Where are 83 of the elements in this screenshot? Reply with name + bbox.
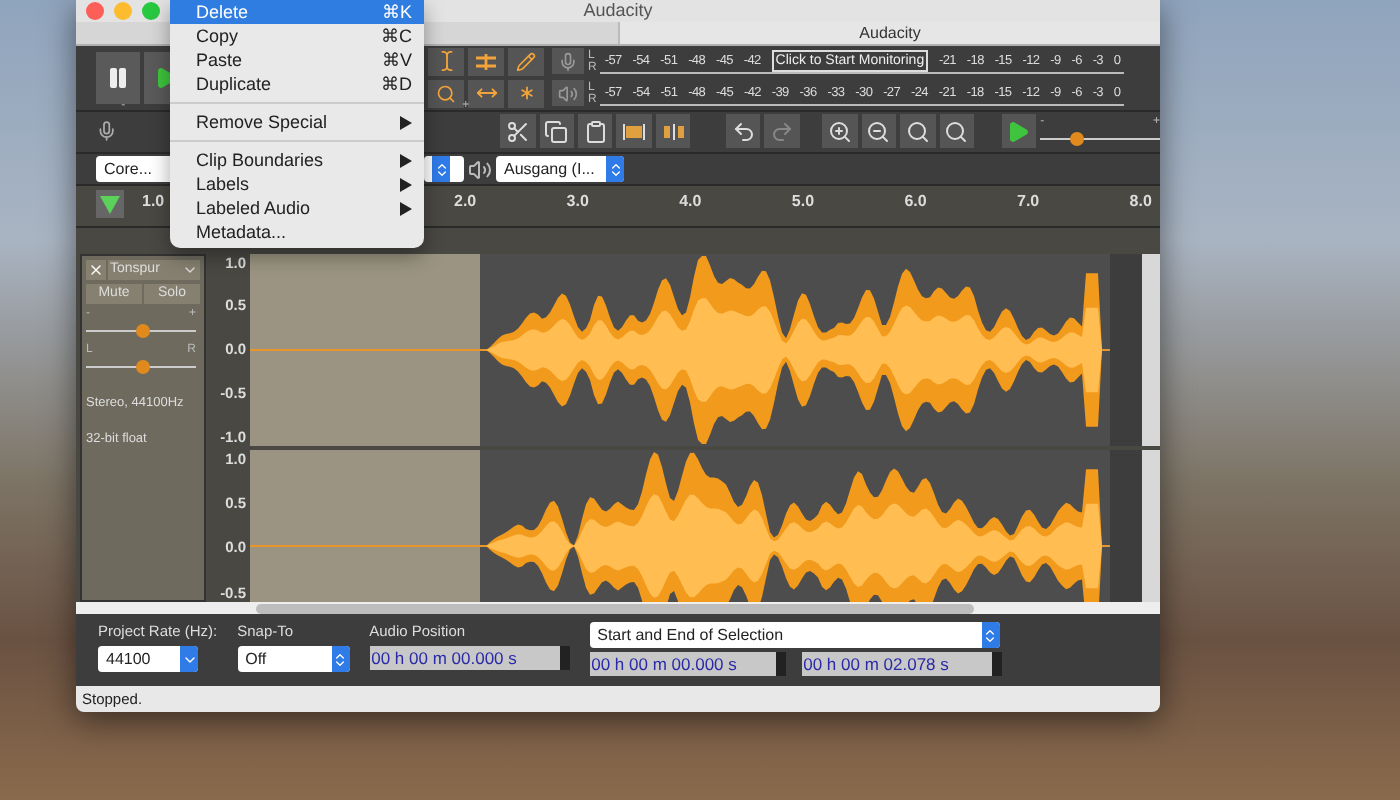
zoom-tool-button[interactable] bbox=[428, 79, 464, 108]
pause-button[interactable] bbox=[96, 51, 140, 104]
magnifier-icon bbox=[944, 119, 969, 144]
zoom-out-icon bbox=[866, 119, 891, 144]
chevron-icon bbox=[607, 161, 623, 178]
scissors-icon bbox=[505, 119, 530, 144]
pencil-tool-button[interactable] bbox=[508, 47, 544, 76]
silence-icon bbox=[661, 121, 686, 142]
input-device-dropdown[interactable] bbox=[424, 156, 464, 183]
zoom-in-icon bbox=[828, 119, 853, 144]
ruler-label: 2.0 bbox=[454, 192, 477, 211]
envelope-tool-button[interactable] bbox=[468, 47, 504, 76]
envelope-tool-icon bbox=[474, 51, 498, 72]
project-rate-dropdown[interactable]: 44100 bbox=[98, 646, 198, 673]
shortcut-label: ⌘D bbox=[381, 73, 412, 95]
selection-mode-dropdown[interactable]: Start and End of Selection bbox=[589, 622, 1000, 649]
ruler-label: 6.0 bbox=[904, 192, 927, 211]
time-field[interactable]: 00 h 00 m 00.000 s bbox=[369, 646, 570, 671]
copy-icon bbox=[544, 119, 569, 144]
menu-item[interactable]: Labeled Audio bbox=[170, 196, 424, 220]
pause-icon bbox=[106, 65, 130, 90]
zoom-dot bbox=[142, 2, 160, 20]
microphone-icon bbox=[558, 51, 578, 72]
ruler-label: 1.0 bbox=[142, 192, 165, 211]
multi-tool-button[interactable] bbox=[508, 79, 544, 108]
minimize-dot bbox=[114, 2, 132, 20]
speaker-icon bbox=[558, 83, 578, 104]
ruler-label: 7.0 bbox=[1017, 192, 1040, 211]
undo-button[interactable] bbox=[725, 114, 761, 149]
menu-item[interactable]: Paste ⌘V bbox=[170, 48, 424, 72]
silence-button[interactable] bbox=[655, 114, 691, 149]
chevron-icon bbox=[332, 651, 349, 668]
close-icon bbox=[88, 261, 104, 278]
ruler-label: 8.0 bbox=[1129, 192, 1152, 211]
shortcut-label: ⌘C bbox=[381, 25, 412, 47]
menu-item[interactable]: Duplicate ⌘D bbox=[170, 72, 424, 96]
selection-tool-button[interactable] bbox=[428, 47, 464, 76]
magnifier-icon bbox=[436, 83, 456, 104]
redo-icon bbox=[769, 119, 794, 144]
submenu-arrow-icon bbox=[400, 115, 412, 129]
time-shift-tool-button[interactable] bbox=[468, 79, 504, 108]
snap-to-dropdown[interactable]: Off bbox=[237, 646, 350, 673]
play-icon bbox=[1006, 119, 1031, 144]
chevron-icon bbox=[433, 161, 449, 178]
close-dot bbox=[86, 2, 104, 20]
ruler-label: 3.0 bbox=[566, 192, 589, 211]
time-field[interactable]: 00 h 00 m 02.078 s bbox=[801, 652, 1002, 677]
play-at-speed-button[interactable] bbox=[1001, 114, 1037, 149]
vertical-scrollbar[interactable] bbox=[1142, 253, 1160, 446]
menu-item[interactable]: Copy ⌘C bbox=[170, 24, 424, 48]
shortcut-label: ⌘K bbox=[381, 1, 412, 23]
zoom-to-selection-button[interactable] bbox=[900, 114, 936, 149]
zoom-out-button[interactable] bbox=[861, 114, 897, 149]
ruler-label: 4.0 bbox=[679, 192, 702, 211]
menu-item[interactable]: Remove Special bbox=[170, 110, 424, 134]
ruler-label: 5.0 bbox=[791, 192, 815, 211]
clipboard-icon bbox=[583, 119, 608, 144]
time-field[interactable]: 00 h 00 m 00.000 s bbox=[589, 652, 786, 677]
trim-button[interactable] bbox=[616, 114, 652, 149]
microphone-button[interactable] bbox=[552, 48, 584, 75]
cut-button[interactable] bbox=[500, 114, 536, 149]
trim-icon bbox=[622, 121, 647, 142]
magnifier-icon bbox=[905, 119, 930, 144]
window-title: Audacity bbox=[583, 0, 653, 22]
play-head-button[interactable] bbox=[96, 190, 124, 219]
undo-icon bbox=[731, 119, 756, 144]
copy-button[interactable] bbox=[539, 114, 575, 149]
asterisk-icon bbox=[515, 82, 537, 105]
close-track-button[interactable] bbox=[86, 259, 106, 280]
menu-item[interactable]: Delete ⌘K bbox=[170, 0, 424, 24]
paste-button[interactable] bbox=[578, 114, 613, 149]
zoom-in-button[interactable] bbox=[822, 114, 858, 149]
pencil-icon bbox=[516, 51, 536, 72]
shortcut-label: ⌘V bbox=[381, 49, 412, 71]
triangle-icon bbox=[100, 195, 120, 214]
microphone-icon bbox=[96, 120, 118, 143]
vertical-scrollbar[interactable] bbox=[1142, 449, 1160, 602]
window-tab[interactable]: Audacity bbox=[618, 22, 1160, 44]
fit-to-width-button[interactable] bbox=[939, 114, 974, 149]
chevron-icon bbox=[982, 627, 999, 644]
speaker-button[interactable] bbox=[552, 80, 584, 107]
output-device-dropdown[interactable]: Ausgang (I... bbox=[496, 156, 624, 183]
speaker-icon bbox=[468, 157, 492, 182]
